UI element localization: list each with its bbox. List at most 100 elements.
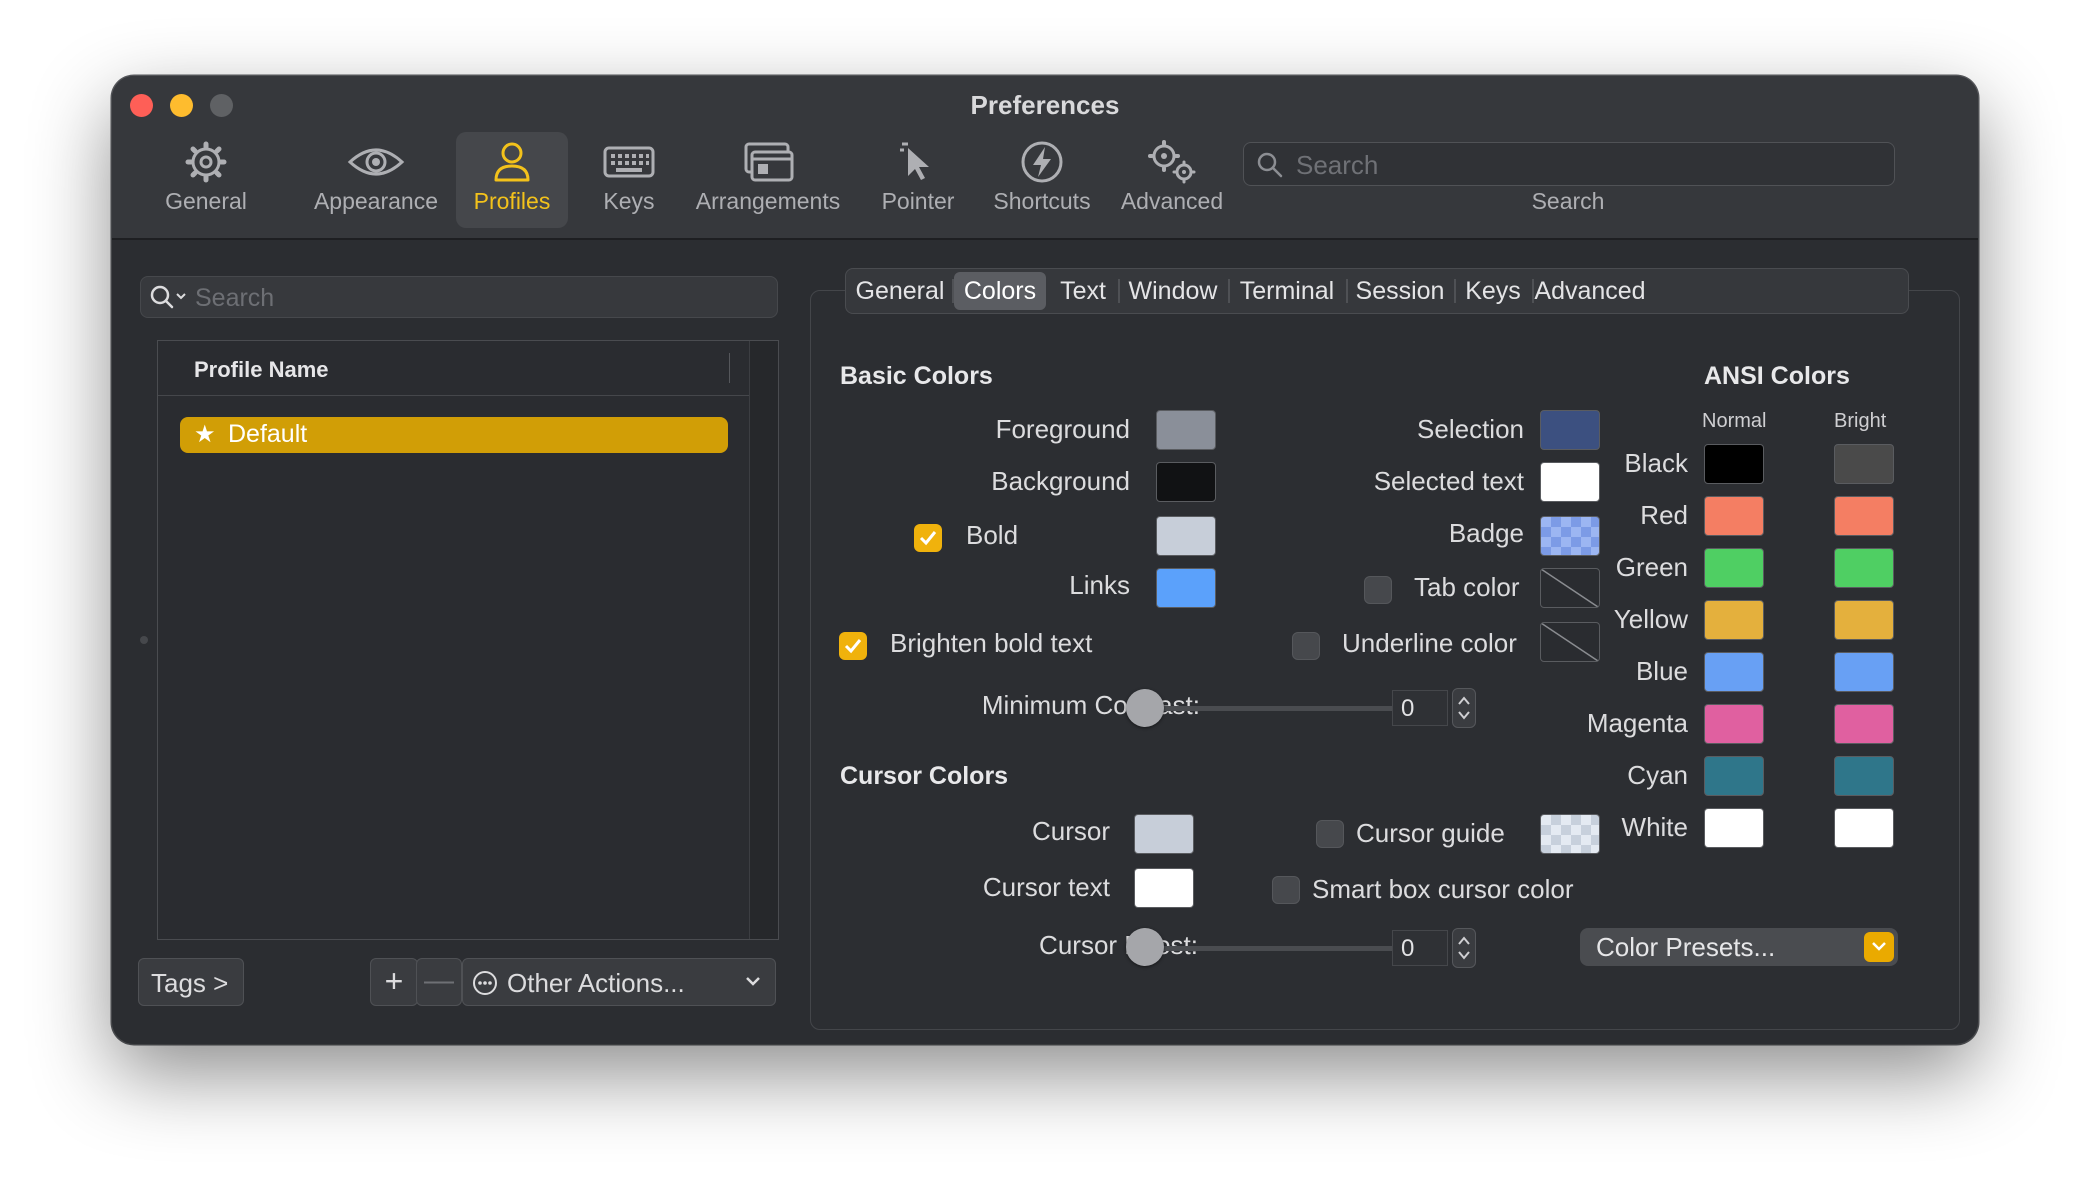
- toolbar-arrangements[interactable]: Arrangements: [688, 132, 848, 228]
- profile-table: Profile Name ★ Default: [157, 340, 779, 940]
- toolbar-general-label: General: [165, 188, 247, 214]
- toolbar-appearance-label: Appearance: [313, 188, 439, 214]
- foreground-color-well[interactable]: [1156, 410, 1216, 450]
- color-presets-label: Color Presets...: [1596, 932, 1776, 962]
- bold-color-well[interactable]: [1156, 516, 1216, 556]
- smart-box-checkbox[interactable]: [1272, 876, 1300, 904]
- ansi-green-normal-well[interactable]: [1704, 548, 1764, 588]
- add-profile-button[interactable]: +: [370, 958, 418, 1006]
- profile-name-column-header[interactable]: Profile Name: [158, 341, 750, 396]
- background-label: Background: [991, 466, 1130, 496]
- ansi-red-normal-well[interactable]: [1704, 496, 1764, 536]
- selection-color-well[interactable]: [1540, 410, 1600, 450]
- tab-session[interactable]: Session: [1348, 272, 1452, 310]
- background-color-well[interactable]: [1156, 462, 1216, 502]
- remove-profile-button[interactable]: —: [416, 958, 462, 1006]
- bold-checkbox[interactable]: [914, 524, 942, 552]
- toolbar-advanced-label: Advanced: [1120, 188, 1224, 214]
- ansi-cyan-label: Cyan: [1627, 760, 1688, 790]
- ansi-red-label: Red: [1640, 500, 1688, 530]
- ansi-green-bright-well[interactable]: [1834, 548, 1894, 588]
- ansi-white-normal-well[interactable]: [1704, 808, 1764, 848]
- tab-colors[interactable]: Colors: [954, 272, 1046, 310]
- ansi-yellow-bright-well[interactable]: [1834, 600, 1894, 640]
- brighten-bold-label: Brighten bold text: [890, 628, 1093, 658]
- tab-advanced[interactable]: Advanced: [1534, 272, 1646, 310]
- toolbar-advanced[interactable]: Advanced: [1112, 132, 1232, 228]
- toolbar-profiles-label: Profiles: [473, 188, 551, 214]
- cursor-guide-checkbox[interactable]: [1316, 820, 1344, 848]
- eye-icon: [347, 148, 405, 176]
- toolbar-shortcuts[interactable]: Shortcuts: [982, 132, 1102, 228]
- profile-row-default[interactable]: ★ Default: [180, 417, 728, 453]
- cursor-boost-value[interactable]: 0: [1392, 930, 1448, 966]
- tags-button[interactable]: Tags >: [138, 958, 244, 1006]
- ansi-blue-normal-well[interactable]: [1704, 652, 1764, 692]
- tab-color-checkbox[interactable]: [1364, 576, 1392, 604]
- ansi-blue-bright-well[interactable]: [1834, 652, 1894, 692]
- search-caption: Search: [1531, 188, 1605, 214]
- ansi-magenta-label: Magenta: [1586, 708, 1688, 738]
- colors-panel: [810, 290, 1960, 1030]
- ansi-green-label: Green: [1615, 552, 1688, 582]
- tab-terminal[interactable]: Terminal: [1230, 272, 1344, 310]
- ansi-black-normal-well[interactable]: [1704, 444, 1764, 484]
- tab-window[interactable]: Window: [1120, 272, 1226, 310]
- titlebar: Preferences General Appearance Profiles …: [112, 76, 1978, 240]
- min-contrast-slider-knob[interactable]: [1126, 689, 1164, 727]
- cursor-label: Cursor: [1031, 816, 1110, 846]
- preferences-search-input[interactable]: [1294, 143, 1878, 187]
- preferences-search[interactable]: [1243, 142, 1895, 187]
- stepper-arrows-icon: [1458, 936, 1470, 960]
- cursor-boost-slider-knob[interactable]: [1126, 928, 1164, 966]
- chevron-down-icon: [1864, 932, 1894, 962]
- brighten-bold-checkbox[interactable]: [839, 632, 867, 660]
- ansi-red-bright-well[interactable]: [1834, 496, 1894, 536]
- toolbar-appearance[interactable]: Appearance: [308, 132, 444, 228]
- ansi-magenta-normal-well[interactable]: [1704, 704, 1764, 744]
- profile-search-input[interactable]: [193, 277, 757, 319]
- min-contrast-stepper[interactable]: [1452, 688, 1476, 728]
- underline-color-checkbox[interactable]: [1292, 632, 1320, 660]
- toolbar-profiles[interactable]: Profiles: [456, 132, 568, 228]
- profile-table-scrollbar[interactable]: [749, 341, 778, 939]
- min-contrast-slider-track[interactable]: [1126, 706, 1406, 711]
- min-contrast-value[interactable]: 0: [1392, 690, 1448, 726]
- tab-keys[interactable]: Keys: [1456, 272, 1530, 310]
- links-color-well[interactable]: [1156, 568, 1216, 608]
- color-presets-dropdown[interactable]: Color Presets...: [1580, 928, 1898, 966]
- toolbar-keys[interactable]: Keys: [584, 132, 674, 228]
- ansi-white-bright-well[interactable]: [1834, 808, 1894, 848]
- ansi-magenta-bright-well[interactable]: [1834, 704, 1894, 744]
- cursor-text-color-well[interactable]: [1134, 868, 1194, 908]
- window-title: Preferences: [970, 90, 1120, 120]
- search-icon: [150, 285, 186, 309]
- ansi-black-bright-well[interactable]: [1834, 444, 1894, 484]
- cursor-boost-slider-track[interactable]: [1126, 946, 1406, 951]
- tab-text[interactable]: Text: [1050, 272, 1116, 310]
- links-label: Links: [1069, 570, 1130, 600]
- person-icon: [494, 142, 530, 182]
- bolt-icon: [1021, 141, 1063, 183]
- ansi-cyan-normal-well[interactable]: [1704, 756, 1764, 796]
- split-handle[interactable]: [140, 636, 148, 644]
- toolbar-shortcuts-label: Shortcuts: [993, 188, 1091, 214]
- keyboard-icon: [603, 146, 655, 178]
- ansi-white-label: White: [1621, 812, 1688, 842]
- ansi-cyan-bright-well[interactable]: [1834, 756, 1894, 796]
- search-icon: [1257, 152, 1283, 178]
- profile-search[interactable]: [140, 276, 778, 319]
- profile-tabs: General Colors Text Window Terminal Sess…: [845, 268, 1909, 314]
- ansi-blue-label: Blue: [1635, 656, 1688, 686]
- toolbar-pointer[interactable]: Pointer: [868, 132, 968, 228]
- cursor-color-well[interactable]: [1134, 814, 1194, 854]
- toolbar-general[interactable]: General: [158, 132, 254, 228]
- tab-general[interactable]: General: [852, 272, 948, 310]
- toolbar-pointer-label: Pointer: [881, 188, 955, 214]
- cursor-icon: [900, 142, 929, 180]
- cursor-boost-stepper[interactable]: [1452, 928, 1476, 968]
- gears-icon: [1148, 140, 1196, 184]
- selection-label: Selection: [1417, 414, 1524, 444]
- ansi-yellow-normal-well[interactable]: [1704, 600, 1764, 640]
- other-actions-dropdown[interactable]: Other Actions...: [462, 958, 776, 1006]
